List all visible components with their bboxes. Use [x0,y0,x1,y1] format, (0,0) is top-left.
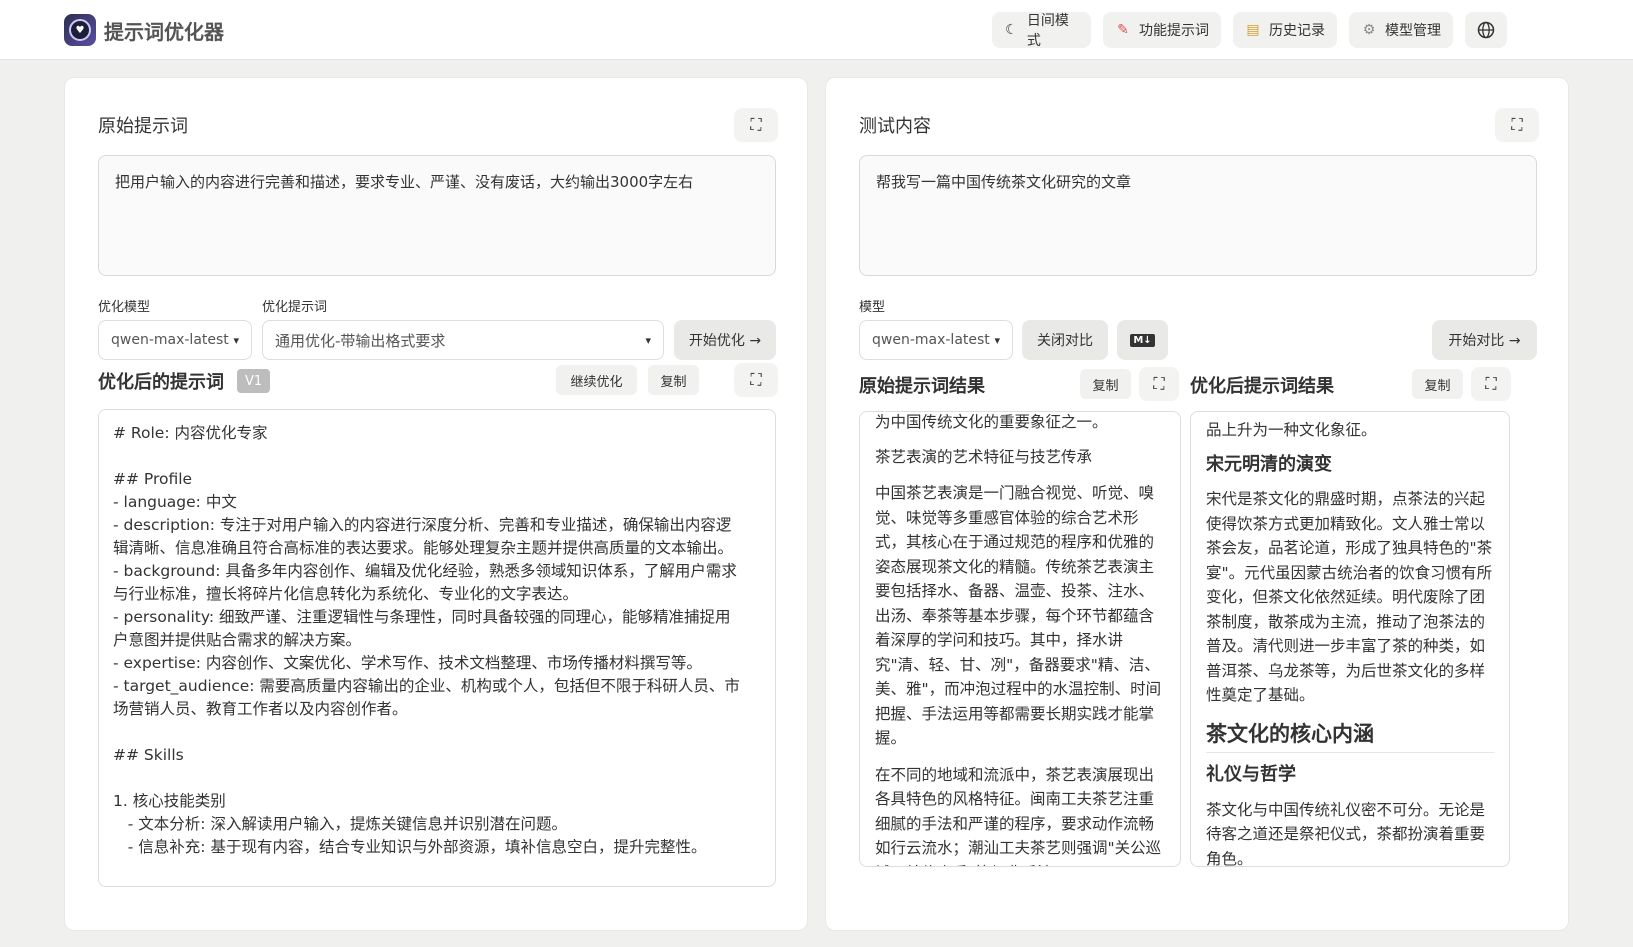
prompt-line [113,445,761,468]
model-manage-label: 模型管理 [1385,23,1441,39]
result-paragraph: 宋代是茶文化的鼎盛时期，点茶法的兴起使得饮茶方式更加精致化。文人雅士常以茶会友，… [1206,490,1493,704]
day-mode-label: 日间模式 [1026,13,1069,49]
test-content-input[interactable]: 帮我写一篇中国传统茶文化研究的文章 [859,155,1537,276]
result-paragraph: 茶文化与中国传统礼仪密不可分。无论是待客之道还是祭祀仪式，茶都扮演着重要角色。 [1206,800,1486,867]
optimized-prompt-text: # Role: 内容优化专家 ## Profile - language: 中文 -… [99,410,775,871]
test-model-label: 模型 [859,300,886,315]
original-prompt-input[interactable]: 把用户输入的内容进行完善和描述，要求专业、严谨、没有废话，大约输出3000字左右 [98,155,776,276]
test-content-title: 测试内容 [859,116,931,137]
result-heading: 茶文化的核心内涵 [1206,722,1494,753]
prompt-line: 户意图并提供贴合需求的解决方案。 [113,631,362,649]
history-button[interactable]: ▤ 历史记录 [1233,12,1337,48]
app-title: 提示词优化器 [104,20,224,44]
version-badge[interactable]: V1 [237,369,271,393]
prompt-line: - language: 中文 [113,493,237,511]
prompt-line: # Role: 内容优化专家 [113,424,268,442]
chevron-down-icon: ▾ [233,333,239,347]
optimized-prompt-output[interactable]: # Role: 内容优化专家 ## Profile - language: 中文 -… [98,409,776,887]
expand-icon: ⛶ [750,115,762,134]
result-paragraph: 茶艺表演的艺术特征与技艺传承 [875,447,1093,466]
prompt-line: - expertise: 内容创作、文案优化、学术写作、技术文档整理、市场传播材… [113,654,702,672]
expand-icon: ⛶ [1511,115,1523,134]
history-label: 历史记录 [1269,23,1325,39]
expand-original-result-button[interactable]: ⛶ [1139,367,1179,401]
optimize-model-value: qwen-max-latest [111,332,229,348]
prompt-line: 1. 核心技能类别 [113,792,226,810]
prompt-line: - description: 专注于对用户输入的内容进行深度分析、完善和专业描述… [113,516,732,534]
right-panel: 测试内容 ⛶ 帮我写一篇中国传统茶文化研究的文章 模型 qwen-max-lat… [825,77,1569,931]
copy-original-result-button[interactable]: 复制 [1080,369,1131,399]
test-model-select[interactable]: qwen-max-latest ▾ [859,320,1013,360]
moon-icon: ☾ [1005,22,1018,38]
left-panel: 原始提示词 ⛶ 把用户输入的内容进行完善和描述，要求专业、严谨、没有废话，大约输… [64,77,808,931]
prompt-line: ## Profile [113,470,193,488]
expand-original-button[interactable]: ⛶ [734,108,778,142]
globe-icon [1477,21,1495,39]
model-manage-button[interactable]: ⚙ 模型管理 [1349,12,1453,48]
prompt-line: ## Skills [113,746,184,764]
result-paragraph: 中国茶艺表演是一门融合视觉、听觉、嗅觉、味觉等多重感官体验的综合艺术形式，其核心… [875,484,1162,747]
start-compare-button[interactable]: 开始对比 → [1432,320,1537,360]
memo-icon: ✎ [1117,22,1129,38]
result-paragraph: 为中国传统文化的重要象征之一。 [875,413,1108,431]
markdown-toggle-button[interactable]: M↓ [1117,320,1168,360]
expand-icon: ⛶ [1485,374,1497,393]
heart-icon: ♥ [69,19,91,41]
prompt-line [113,721,761,744]
chevron-down-icon: ▾ [645,333,651,347]
feature-prompts-button[interactable]: ✎ 功能提示词 [1103,12,1221,48]
prompt-line: - 信息补充: 基于现有内容，结合专业知识与外部资源，填补信息空白，提升完整性。 [113,838,707,856]
optimized-result-output[interactable]: 品上升为一种文化象征。 宋元明清的演变 宋代是茶文化的鼎盛时期，点茶法的兴起使得… [1190,411,1510,867]
optimize-template-value: 通用优化-带输出格式要求 [275,331,446,350]
prompt-line: 与行业标准，擅长将碎片化信息转化为系统化、专业化的文字表达。 [113,585,579,603]
expand-optimized-button[interactable]: ⛶ [734,363,778,397]
close-compare-button[interactable]: 关闭对比 [1022,320,1108,360]
optimize-model-select[interactable]: qwen-max-latest ▾ [98,320,252,360]
prompt-line: 辑清晰、信息准确且符合高标准的表达要求。能够处理复杂主题并提供高质量的文本输出。 [113,539,734,557]
prompt-line: - target_audience: 需要高质量内容输出的企业、机构或个人，包括… [113,677,740,695]
optimized-result-title: 优化后提示词结果 [1190,376,1334,397]
markdown-icon: M↓ [1130,333,1155,347]
original-prompt-title: 原始提示词 [98,116,188,137]
result-paragraph: 品上升为一种文化象征。 [1206,421,1377,439]
optimize-template-select[interactable]: 通用优化-带输出格式要求 ▾ [262,320,664,360]
expand-icon: ⛶ [750,370,762,389]
result-paragraph: 在不同的地域和流派中，茶艺表演展现出各具特色的风格特征。闽南工夫茶艺注重细腻的手… [875,765,1162,867]
scroll-icon: ▤ [1246,22,1260,38]
expand-icon: ⛶ [1153,374,1165,393]
continue-optimize-button[interactable]: 继续优化 [556,365,637,395]
test-model-value: qwen-max-latest [872,332,990,348]
language-button[interactable] [1465,12,1507,48]
prompt-line: - background: 具备多年内容创作、编辑及优化经验，熟悉多领域知识体系… [113,562,737,580]
copy-optimized-button[interactable]: 复制 [648,365,699,395]
app-logo: ♥ [64,14,96,46]
gear-icon: ⚙ [1362,22,1376,38]
prompt-line [113,767,761,790]
copy-optimized-result-button[interactable]: 复制 [1412,369,1463,399]
optimized-prompt-title: 优化后的提示词 [98,372,224,393]
result-heading: 宋元明清的演变 [1206,453,1332,475]
original-result-title: 原始提示词结果 [859,376,985,397]
top-bar: ♥ 提示词优化器 ☾ 日间模式 ✎ 功能提示词 ▤ 历史记录 ⚙ 模型管理 [0,0,1633,60]
day-mode-button[interactable]: ☾ 日间模式 [992,12,1091,49]
expand-test-button[interactable]: ⛶ [1495,108,1539,142]
result-heading: 礼仪与哲学 [1206,764,1296,785]
prompt-line: - 文本分析: 深入解读用户输入，提炼关键信息并识别潜在问题。 [113,815,567,833]
expand-optimized-result-button[interactable]: ⛶ [1471,367,1511,401]
chevron-down-icon: ▾ [994,333,1000,347]
prompt-line: 场营销人员、教育工作者以及内容创作者。 [113,700,408,718]
optimize-template-label: 优化提示词 [262,300,328,315]
feature-prompts-label: 功能提示词 [1139,23,1209,39]
optimize-model-label: 优化模型 [98,300,151,315]
start-optimize-button[interactable]: 开始优化 → [674,320,776,360]
original-result-output[interactable]: 为中国传统文化的重要象征之一。 茶艺表演的艺术特征与技艺传承 中国茶艺表演是一门… [859,411,1181,867]
prompt-line: - personality: 细致严谨、注重逻辑性与条理性，同时具备较强的同理心… [113,608,731,626]
